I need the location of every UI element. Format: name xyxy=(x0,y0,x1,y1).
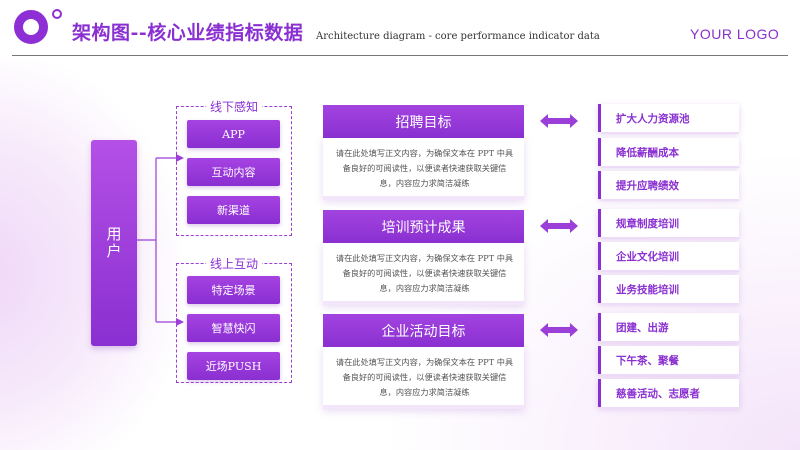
double-arrow-icon xyxy=(540,114,578,128)
recruitment-item-label: 降低薪酬成本 xyxy=(616,146,679,159)
panel-accent xyxy=(323,196,524,200)
offline-item-app: APP xyxy=(187,120,280,148)
offline-item-new-channel: 新渠道 xyxy=(187,196,280,224)
panel-text-training: 请在此处填写正文内容，为确保文本在 PPT 中具备良好的可阅读性，以便读者快速获… xyxy=(335,253,514,293)
activity-item-label: 慈善活动、志愿者 xyxy=(616,387,700,400)
double-arrow-icon xyxy=(540,219,578,233)
recruitment-item-label: 提升应聘绩效 xyxy=(616,179,679,192)
panel-title-training: 培训预计成果 xyxy=(323,210,524,243)
panel-text-recruitment: 请在此处填写正文内容，为确保文本在 PPT 中具备良好的可阅读性，以便读者快速获… xyxy=(335,148,514,188)
double-arrow-icon xyxy=(540,323,578,337)
training-item-label: 业务技能培训 xyxy=(616,283,679,296)
panel-accent xyxy=(323,301,524,305)
panel-body-training: 请在此处填写正文内容，为确保文本在 PPT 中具备良好的可阅读性，以便读者快速获… xyxy=(323,243,524,305)
panel-body-recruitment: 请在此处填写正文内容，为确保文本在 PPT 中具备良好的可阅读性，以便读者快速获… xyxy=(323,138,524,200)
offline-group-title: 线下感知 xyxy=(205,98,263,115)
panel-title-activities: 企业活动目标 xyxy=(323,314,524,347)
training-item: 业务技能培训 xyxy=(598,275,739,305)
activity-item-label: 下午茶、聚餐 xyxy=(616,354,679,367)
training-item-label: 规章制度培训 xyxy=(616,217,679,230)
activity-item: 慈善活动、志愿者 xyxy=(598,379,739,409)
recruitment-item-label: 扩大人力资源池 xyxy=(616,112,690,125)
online-item-push: 近场PUSH xyxy=(187,352,280,380)
training-item: 企业文化培训 xyxy=(598,242,739,272)
activity-item: 团建、出游 xyxy=(598,313,739,343)
user-label: 用户 xyxy=(104,226,123,260)
online-item-flash: 智慧快闪 xyxy=(187,314,280,342)
activity-item-label: 团建、出游 xyxy=(616,321,669,334)
recruitment-item: 扩大人力资源池 xyxy=(598,104,739,134)
recruitment-item: 降低薪酬成本 xyxy=(598,138,739,168)
online-item-scenario: 特定场景 xyxy=(187,276,280,304)
panel-title-recruitment: 招聘目标 xyxy=(323,105,524,138)
activity-item: 下午茶、聚餐 xyxy=(598,346,739,376)
user-node: 用户 xyxy=(91,140,137,346)
panel-body-activities: 请在此处填写正文内容，为确保文本在 PPT 中具备良好的可阅读性，以便读者快速获… xyxy=(323,347,524,409)
training-item-label: 企业文化培训 xyxy=(616,250,679,263)
panel-text-activities: 请在此处填写正文内容，为确保文本在 PPT 中具备良好的可阅读性，以便读者快速获… xyxy=(335,357,514,397)
recruitment-item: 提升应聘绩效 xyxy=(598,171,739,201)
training-item: 规章制度培训 xyxy=(598,209,739,239)
panel-accent xyxy=(323,405,524,409)
online-group-title: 线上互动 xyxy=(205,255,263,272)
offline-item-interactive-content: 互动内容 xyxy=(187,158,280,186)
